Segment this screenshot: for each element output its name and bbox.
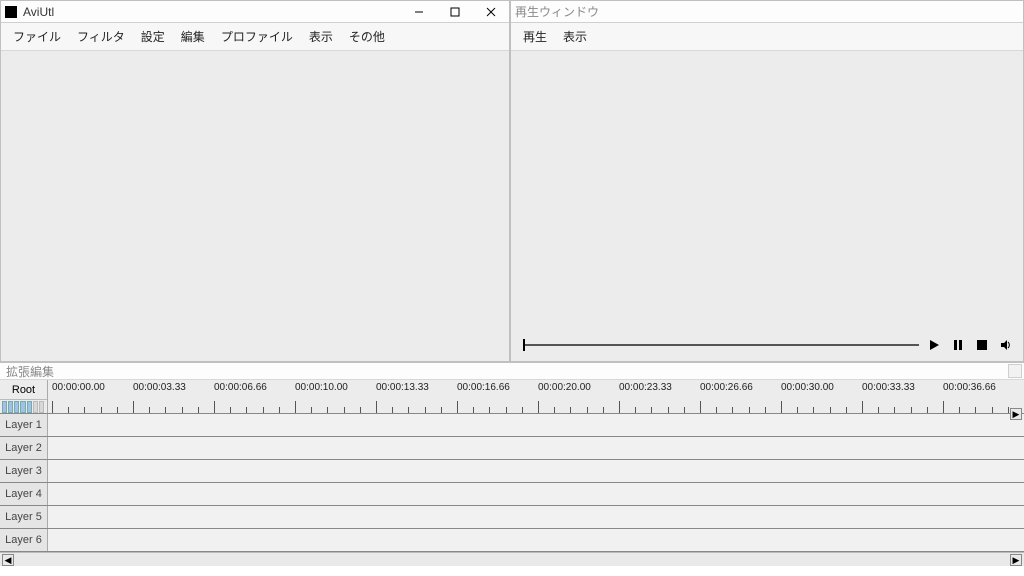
layer-label[interactable]: Layer 3 xyxy=(0,460,48,482)
menu-file[interactable]: ファイル xyxy=(7,26,67,47)
root-label[interactable]: Root xyxy=(0,380,47,400)
playback-title: 再生ウィンドウ xyxy=(515,3,599,20)
menu-play-view[interactable]: 表示 xyxy=(557,26,593,47)
menu-profile[interactable]: プロファイル xyxy=(215,26,299,47)
layer-track[interactable] xyxy=(48,437,1024,459)
layer-track[interactable] xyxy=(48,506,1024,528)
menu-view[interactable]: 表示 xyxy=(303,26,339,47)
stop-button[interactable] xyxy=(973,336,991,354)
time-label: 00:00:30.00 xyxy=(781,382,834,393)
layer-row[interactable]: Layer 2 xyxy=(0,437,1024,460)
pause-button[interactable] xyxy=(949,336,967,354)
seek-bar[interactable] xyxy=(523,344,919,346)
zoom-slider[interactable] xyxy=(2,401,46,413)
layer-row[interactable]: Layer 5 xyxy=(0,506,1024,529)
layer-track[interactable] xyxy=(48,460,1024,482)
playback-titlebar[interactable]: 再生ウィンドウ xyxy=(511,1,1023,23)
main-menubar: ファイル フィルタ 設定 編集 プロファイル 表示 その他 xyxy=(1,23,509,51)
layer-row[interactable]: Layer 6 xyxy=(0,529,1024,552)
layer-track[interactable] xyxy=(48,529,1024,551)
playback-client-area xyxy=(511,51,1023,361)
layer-label[interactable]: Layer 5 xyxy=(0,506,48,528)
close-button[interactable] xyxy=(473,1,509,23)
time-label: 00:00:36.66 xyxy=(943,382,996,393)
menu-settings[interactable]: 設定 xyxy=(135,26,171,47)
layer-track[interactable] xyxy=(48,483,1024,505)
time-label: 00:00:06.66 xyxy=(214,382,267,393)
aviutl-app-icon xyxy=(5,6,17,18)
layer-row[interactable]: Layer 3 xyxy=(0,460,1024,483)
layer-label[interactable]: Layer 4 xyxy=(0,483,48,505)
time-label: 00:00:10.00 xyxy=(295,382,348,393)
menu-other[interactable]: その他 xyxy=(343,26,391,47)
menu-filter[interactable]: フィルタ xyxy=(71,26,131,47)
playback-window: 再生ウィンドウ 再生 表示 xyxy=(510,0,1024,362)
scroll-left-icon[interactable]: ◀ xyxy=(2,554,14,566)
extended-editing-window: 拡張編集 Root 00:00:00.00 00:00:03.33 00:00:06… xyxy=(0,362,1024,566)
layer-row[interactable]: Layer 4 xyxy=(0,483,1024,506)
ext-close-button[interactable] xyxy=(1008,364,1022,378)
time-label: 00:00:13.33 xyxy=(376,382,429,393)
time-label: 00:00:26.66 xyxy=(700,382,753,393)
menu-edit[interactable]: 編集 xyxy=(175,26,211,47)
minimize-button[interactable] xyxy=(401,1,437,23)
ruler-scroll-right-icon[interactable]: ▶ xyxy=(1010,408,1022,420)
main-title: AviUtl xyxy=(23,5,54,19)
playback-controls xyxy=(523,335,1015,355)
layers-container: Layer 1Layer 2Layer 3Layer 4Layer 5Layer… xyxy=(0,414,1024,552)
time-label: 00:00:00.00 xyxy=(52,382,105,393)
playback-menubar: 再生 表示 xyxy=(511,23,1023,51)
scroll-right-icon[interactable]: ▶ xyxy=(1010,554,1022,566)
root-cell: Root xyxy=(0,380,48,413)
layer-label[interactable]: Layer 1 xyxy=(0,414,48,436)
volume-button[interactable] xyxy=(997,336,1015,354)
main-client-area xyxy=(1,51,509,361)
layer-label[interactable]: Layer 2 xyxy=(0,437,48,459)
ext-titlebar[interactable]: 拡張編集 xyxy=(0,362,1024,380)
layer-track[interactable] xyxy=(48,414,1024,436)
layer-label[interactable]: Layer 6 xyxy=(0,529,48,551)
time-label: 00:00:23.33 xyxy=(619,382,672,393)
horizontal-scrollbar[interactable]: ◀ ▶ xyxy=(0,552,1024,566)
main-titlebar[interactable]: AviUtl xyxy=(1,1,509,23)
play-button[interactable] xyxy=(925,336,943,354)
time-label: 00:00:33.33 xyxy=(862,382,915,393)
time-label: 00:00:20.00 xyxy=(538,382,591,393)
layer-row[interactable]: Layer 1 xyxy=(0,414,1024,437)
seek-thumb[interactable] xyxy=(523,339,525,351)
time-label: 00:00:16.66 xyxy=(457,382,510,393)
timeline-ruler[interactable]: 00:00:00.00 00:00:03.33 00:00:06.66 00:00:1… xyxy=(48,380,1024,413)
menu-play[interactable]: 再生 xyxy=(517,26,553,47)
time-label: 00:00:03.33 xyxy=(133,382,186,393)
aviutl-main-window: AviUtl ファイル フィルタ 設定 編集 プロファイル 表示 その他 xyxy=(0,0,510,362)
ext-title: 拡張編集 xyxy=(6,363,54,380)
maximize-button[interactable] xyxy=(437,1,473,23)
